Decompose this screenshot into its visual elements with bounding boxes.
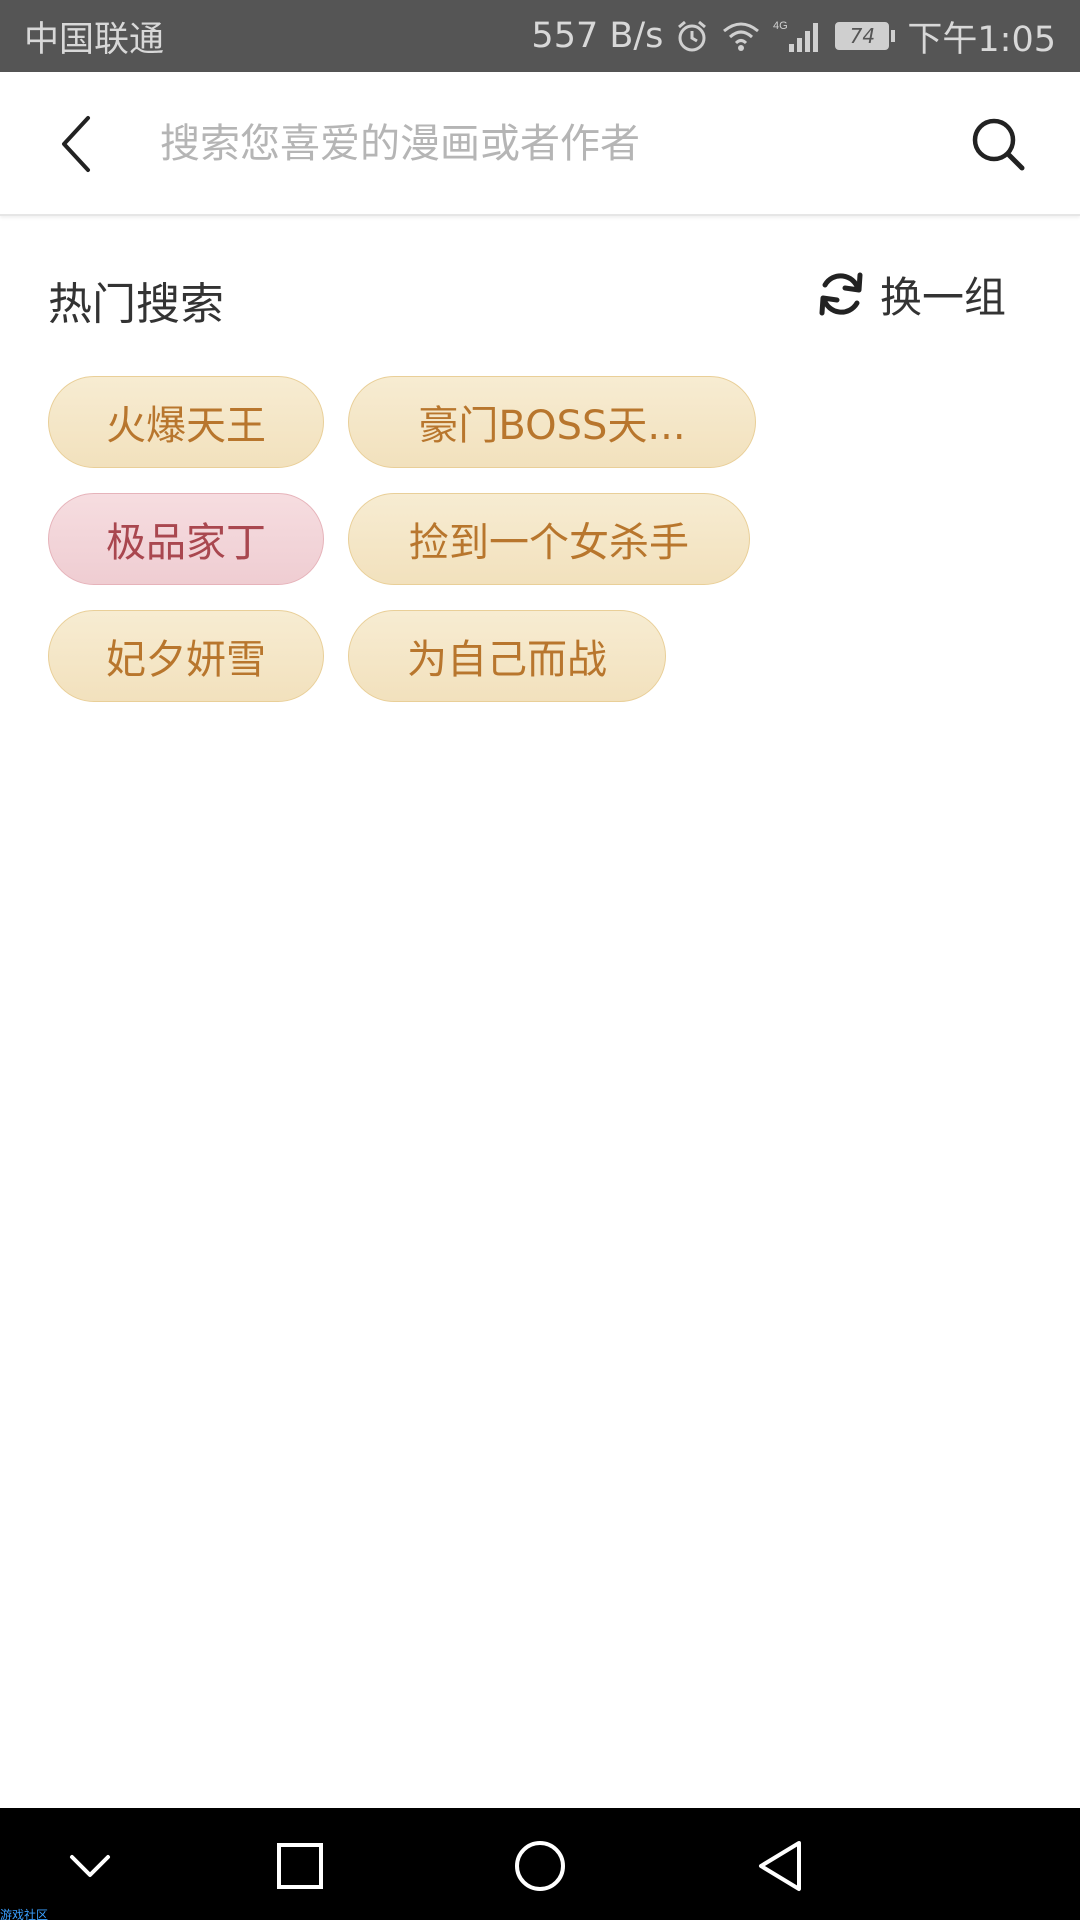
wifi-icon — [721, 19, 761, 53]
hot-search-title: 热门搜索 — [48, 279, 224, 330]
recents-button[interactable] — [270, 1836, 330, 1896]
tag-row: 极品家丁 捡到一个女杀手 — [48, 493, 1038, 585]
signal-icon: 4G — [773, 18, 823, 54]
home-button[interactable] — [510, 1836, 570, 1896]
screen: 中国联通 557 B/s 4G 74 下午1:05 搜索您喜爱的漫画或者作者 热… — [0, 0, 1080, 1920]
search-button[interactable] — [966, 112, 1030, 176]
hot-tag[interactable]: 极品家丁 — [48, 493, 324, 585]
refresh-label: 换一组 — [880, 272, 1007, 322]
square-icon — [277, 1843, 323, 1889]
hot-tag[interactable]: 捡到一个女杀手 — [348, 493, 750, 585]
back-button[interactable] — [48, 108, 108, 180]
alarm-icon — [675, 19, 709, 53]
tag-row: 火爆天王 豪门BOSS天... — [48, 376, 1038, 468]
nav-back-button[interactable] — [750, 1836, 810, 1896]
hot-tag[interactable]: 豪门BOSS天... — [348, 376, 756, 468]
network-type: 4G — [773, 20, 788, 32]
chevron-down-icon — [70, 1855, 110, 1877]
net-speed: 557 B/s — [531, 16, 664, 56]
hide-nav-button[interactable] — [60, 1836, 120, 1896]
battery-icon: 74 — [835, 22, 896, 50]
tag-row: 妃夕妍雪 为自己而战 — [48, 610, 1038, 702]
triangle-back-icon — [759, 1841, 801, 1891]
battery-level: 74 — [835, 22, 890, 50]
refresh-icon — [819, 272, 863, 316]
refresh-button[interactable]: 换一组 — [816, 262, 1006, 326]
search-header — [0, 72, 1080, 216]
chevron-left-icon — [62, 116, 90, 172]
hot-tag[interactable]: 火爆天王 — [48, 376, 324, 468]
navigation-bar: 游戏社区 — [0, 1808, 1080, 1920]
clock: 下午1:05 — [907, 19, 1056, 60]
search-input[interactable] — [160, 108, 940, 180]
hot-tag[interactable]: 妃夕妍雪 — [48, 610, 324, 702]
hot-tag[interactable]: 为自己而战 — [348, 610, 666, 702]
watermark: 游戏社区 — [0, 1908, 49, 1920]
hot-tags: 火爆天王 豪门BOSS天... 极品家丁 捡到一个女杀手 妃夕妍雪 为自己而战 — [48, 376, 1038, 727]
search-icon — [972, 118, 1025, 171]
status-bar: 中国联通 557 B/s 4G 74 下午1:05 — [0, 0, 1080, 72]
carrier-label: 中国联通 — [24, 19, 165, 60]
status-icons: 557 B/s 4G 74 下午1:05 — [531, 11, 1056, 62]
circle-icon — [515, 1841, 565, 1891]
